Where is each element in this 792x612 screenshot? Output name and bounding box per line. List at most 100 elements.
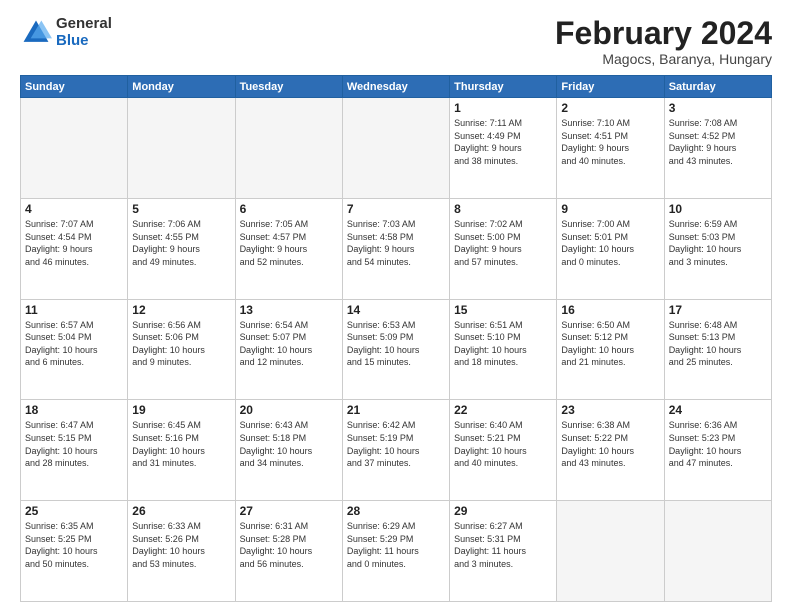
day-info: Sunrise: 6:38 AM Sunset: 5:22 PM Dayligh… <box>561 419 659 469</box>
table-row: 11 Sunrise: 6:57 AM Sunset: 5:04 PM Dayli… <box>21 299 128 400</box>
table-row <box>664 501 771 602</box>
table-row <box>235 98 342 199</box>
table-row: 14 Sunrise: 6:53 AM Sunset: 5:09 PM Dayli… <box>342 299 449 400</box>
table-row: 26 Sunrise: 6:33 AM Sunset: 5:26 PM Dayli… <box>128 501 235 602</box>
day-number: 27 <box>240 504 338 518</box>
table-row: 4 Sunrise: 7:07 AM Sunset: 4:54 PM Daylig… <box>21 198 128 299</box>
calendar-header-row: Sunday Monday Tuesday Wednesday Thursday… <box>21 76 772 98</box>
day-number: 19 <box>132 403 230 417</box>
day-info: Sunrise: 6:31 AM Sunset: 5:28 PM Dayligh… <box>240 520 338 570</box>
day-info: Sunrise: 6:54 AM Sunset: 5:07 PM Dayligh… <box>240 319 338 369</box>
day-info: Sunrise: 6:51 AM Sunset: 5:10 PM Dayligh… <box>454 319 552 369</box>
table-row: 1 Sunrise: 7:11 AM Sunset: 4:49 PM Daylig… <box>450 98 557 199</box>
day-number: 21 <box>347 403 445 417</box>
col-wednesday: Wednesday <box>342 76 449 98</box>
day-number: 2 <box>561 101 659 115</box>
day-info: Sunrise: 7:05 AM Sunset: 4:57 PM Dayligh… <box>240 218 338 268</box>
table-row: 21 Sunrise: 6:42 AM Sunset: 5:19 PM Dayli… <box>342 400 449 501</box>
day-info: Sunrise: 6:53 AM Sunset: 5:09 PM Dayligh… <box>347 319 445 369</box>
title-block: February 2024 Magocs, Baranya, Hungary <box>555 16 772 67</box>
day-number: 20 <box>240 403 338 417</box>
table-row: 19 Sunrise: 6:45 AM Sunset: 5:16 PM Dayli… <box>128 400 235 501</box>
day-number: 8 <box>454 202 552 216</box>
day-info: Sunrise: 6:35 AM Sunset: 5:25 PM Dayligh… <box>25 520 123 570</box>
day-info: Sunrise: 6:45 AM Sunset: 5:16 PM Dayligh… <box>132 419 230 469</box>
day-info: Sunrise: 6:43 AM Sunset: 5:18 PM Dayligh… <box>240 419 338 469</box>
day-info: Sunrise: 7:08 AM Sunset: 4:52 PM Dayligh… <box>669 117 767 167</box>
table-row: 2 Sunrise: 7:10 AM Sunset: 4:51 PM Daylig… <box>557 98 664 199</box>
day-number: 15 <box>454 303 552 317</box>
table-row: 17Sunrise: 6:48 AM Sunset: 5:13 PM Dayli… <box>664 299 771 400</box>
calendar-title: February 2024 <box>555 16 772 51</box>
table-row <box>557 501 664 602</box>
table-row: 18 Sunrise: 6:47 AM Sunset: 5:15 PM Dayli… <box>21 400 128 501</box>
col-monday: Monday <box>128 76 235 98</box>
day-number: 7 <box>347 202 445 216</box>
day-info: Sunrise: 6:48 AM Sunset: 5:13 PM Dayligh… <box>669 319 767 369</box>
day-number: 11 <box>25 303 123 317</box>
day-info: Sunrise: 6:42 AM Sunset: 5:19 PM Dayligh… <box>347 419 445 469</box>
col-saturday: Saturday <box>664 76 771 98</box>
day-number: 25 <box>25 504 123 518</box>
table-row: 15 Sunrise: 6:51 AM Sunset: 5:10 PM Dayli… <box>450 299 557 400</box>
day-info: Sunrise: 6:27 AM Sunset: 5:31 PM Dayligh… <box>454 520 552 570</box>
day-info: Sunrise: 7:00 AM Sunset: 5:01 PM Dayligh… <box>561 218 659 268</box>
calendar-week-row: 4 Sunrise: 7:07 AM Sunset: 4:54 PM Daylig… <box>21 198 772 299</box>
calendar-week-row: 1 Sunrise: 7:11 AM Sunset: 4:49 PM Daylig… <box>21 98 772 199</box>
day-info: Sunrise: 7:02 AM Sunset: 5:00 PM Dayligh… <box>454 218 552 268</box>
day-number: 9 <box>561 202 659 216</box>
day-info: Sunrise: 6:29 AM Sunset: 5:29 PM Dayligh… <box>347 520 445 570</box>
day-number: 24 <box>669 403 767 417</box>
day-number: 29 <box>454 504 552 518</box>
day-info: Sunrise: 7:06 AM Sunset: 4:55 PM Dayligh… <box>132 218 230 268</box>
day-number: 16 <box>561 303 659 317</box>
table-row: 24 Sunrise: 6:36 AM Sunset: 5:23 PM Dayli… <box>664 400 771 501</box>
day-info: Sunrise: 6:40 AM Sunset: 5:21 PM Dayligh… <box>454 419 552 469</box>
table-row <box>342 98 449 199</box>
calendar-table: Sunday Monday Tuesday Wednesday Thursday… <box>20 75 772 602</box>
day-number: 1 <box>454 101 552 115</box>
day-info: Sunrise: 7:03 AM Sunset: 4:58 PM Dayligh… <box>347 218 445 268</box>
table-row: 13Sunrise: 6:54 AM Sunset: 5:07 PM Dayli… <box>235 299 342 400</box>
table-row: 23 Sunrise: 6:38 AM Sunset: 5:22 PM Dayli… <box>557 400 664 501</box>
day-info: Sunrise: 6:57 AM Sunset: 5:04 PM Dayligh… <box>25 319 123 369</box>
col-sunday: Sunday <box>21 76 128 98</box>
calendar-week-row: 25 Sunrise: 6:35 AM Sunset: 5:25 PM Dayli… <box>21 501 772 602</box>
table-row: 16 Sunrise: 6:50 AM Sunset: 5:12 PM Dayli… <box>557 299 664 400</box>
table-row: 20 Sunrise: 6:43 AM Sunset: 5:18 PM Dayli… <box>235 400 342 501</box>
col-thursday: Thursday <box>450 76 557 98</box>
col-tuesday: Tuesday <box>235 76 342 98</box>
table-row: 6 Sunrise: 7:05 AM Sunset: 4:57 PM Daylig… <box>235 198 342 299</box>
table-row <box>21 98 128 199</box>
day-info: Sunrise: 6:33 AM Sunset: 5:26 PM Dayligh… <box>132 520 230 570</box>
calendar-subtitle: Magocs, Baranya, Hungary <box>555 51 772 67</box>
day-info: Sunrise: 7:11 AM Sunset: 4:49 PM Dayligh… <box>454 117 552 167</box>
table-row: 28Sunrise: 6:29 AM Sunset: 5:29 PM Dayli… <box>342 501 449 602</box>
table-row <box>128 98 235 199</box>
day-info: Sunrise: 6:47 AM Sunset: 5:15 PM Dayligh… <box>25 419 123 469</box>
day-info: Sunrise: 6:59 AM Sunset: 5:03 PM Dayligh… <box>669 218 767 268</box>
day-number: 6 <box>240 202 338 216</box>
table-row: 12Sunrise: 6:56 AM Sunset: 5:06 PM Dayli… <box>128 299 235 400</box>
table-row: 5Sunrise: 7:06 AM Sunset: 4:55 PM Daylig… <box>128 198 235 299</box>
day-number: 26 <box>132 504 230 518</box>
day-info: Sunrise: 6:50 AM Sunset: 5:12 PM Dayligh… <box>561 319 659 369</box>
col-friday: Friday <box>557 76 664 98</box>
table-row: 3 Sunrise: 7:08 AM Sunset: 4:52 PM Daylig… <box>664 98 771 199</box>
day-info: Sunrise: 7:10 AM Sunset: 4:51 PM Dayligh… <box>561 117 659 167</box>
day-number: 23 <box>561 403 659 417</box>
day-number: 18 <box>25 403 123 417</box>
table-row: 7 Sunrise: 7:03 AM Sunset: 4:58 PM Daylig… <box>342 198 449 299</box>
table-row: 25 Sunrise: 6:35 AM Sunset: 5:25 PM Dayli… <box>21 501 128 602</box>
day-number: 14 <box>347 303 445 317</box>
table-row: 9 Sunrise: 7:00 AM Sunset: 5:01 PM Daylig… <box>557 198 664 299</box>
day-number: 12 <box>132 303 230 317</box>
table-row: 29 Sunrise: 6:27 AM Sunset: 5:31 PM Dayli… <box>450 501 557 602</box>
day-info: Sunrise: 7:07 AM Sunset: 4:54 PM Dayligh… <box>25 218 123 268</box>
day-number: 3 <box>669 101 767 115</box>
day-number: 10 <box>669 202 767 216</box>
table-row: 8 Sunrise: 7:02 AM Sunset: 5:00 PM Daylig… <box>450 198 557 299</box>
calendar-week-row: 11 Sunrise: 6:57 AM Sunset: 5:04 PM Dayli… <box>21 299 772 400</box>
day-info: Sunrise: 6:36 AM Sunset: 5:23 PM Dayligh… <box>669 419 767 469</box>
day-number: 4 <box>25 202 123 216</box>
